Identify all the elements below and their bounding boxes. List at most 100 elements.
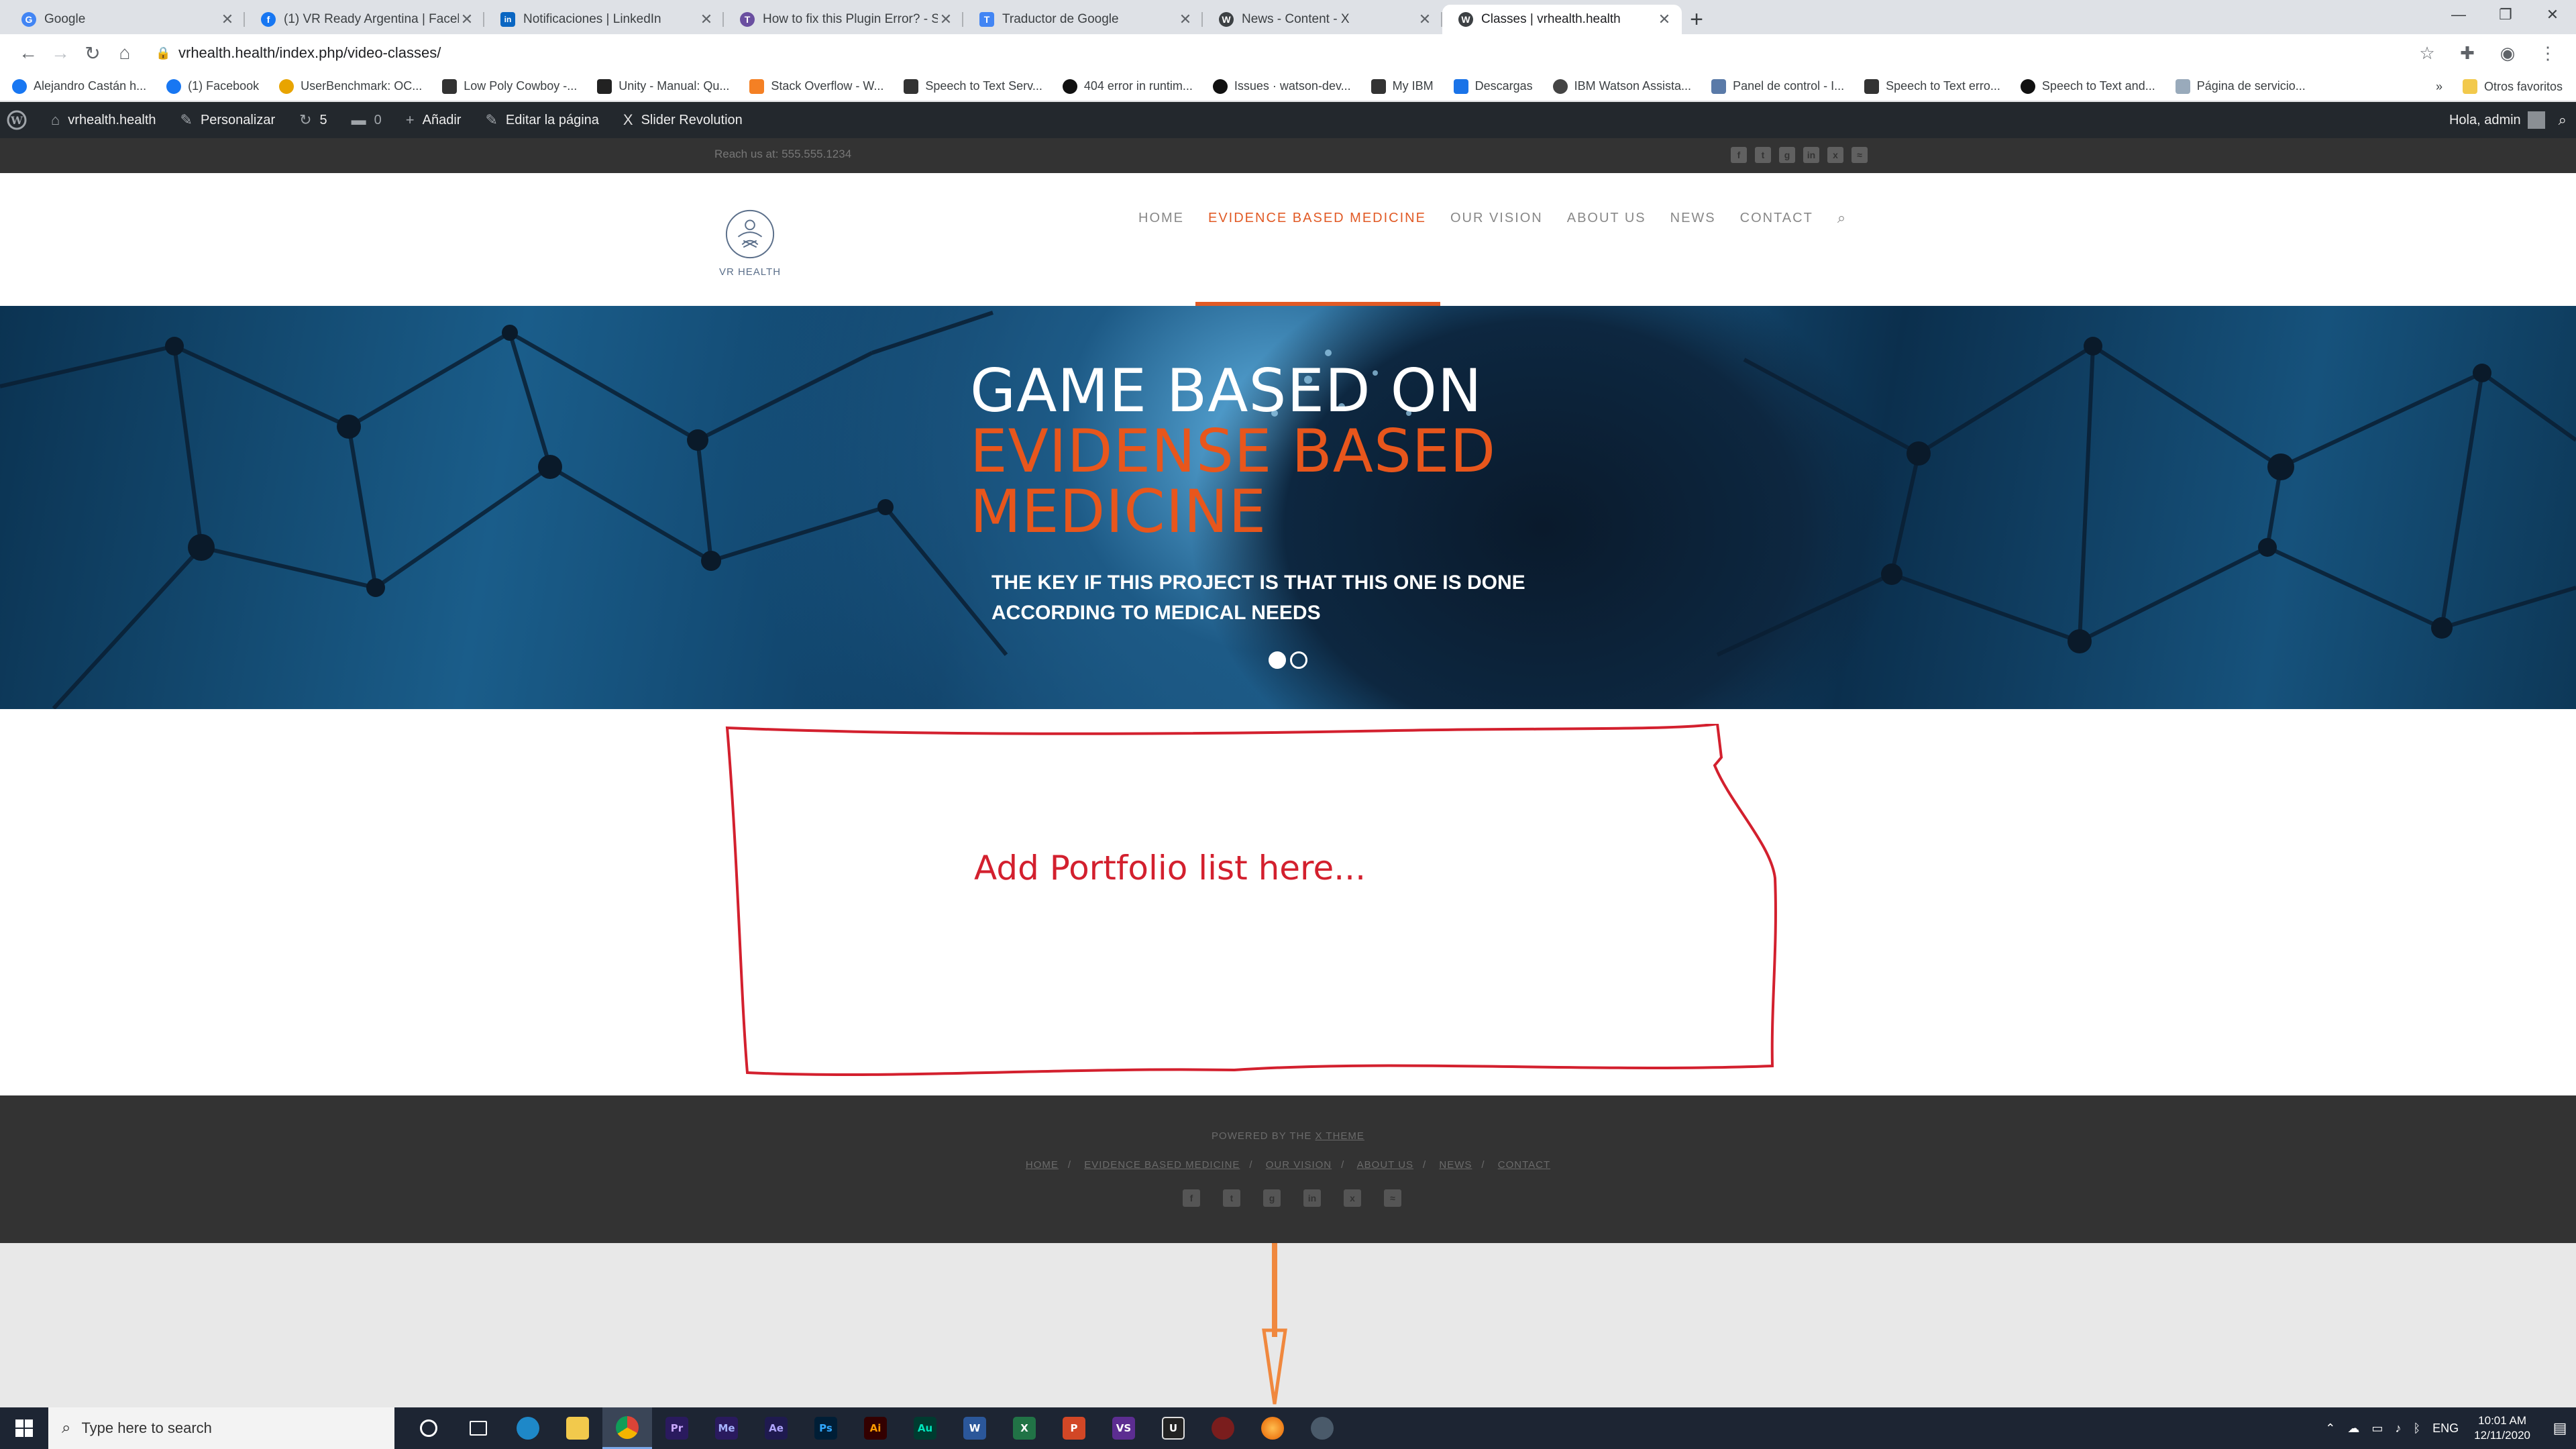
forward-icon[interactable]: → bbox=[44, 37, 76, 69]
browser-tab-linkedin[interactable]: in Notificaciones | LinkedIn ✕ bbox=[484, 5, 724, 34]
nav-contact[interactable]: CONTACT bbox=[1740, 211, 1813, 226]
close-tab-icon[interactable]: ✕ bbox=[698, 11, 714, 28]
extensions-icon[interactable]: ✚ bbox=[2451, 37, 2483, 69]
url-text[interactable]: vrhealth.health/index.php/video-classes/ bbox=[178, 44, 441, 62]
facebook-icon[interactable]: f bbox=[1183, 1189, 1200, 1207]
language-indicator[interactable]: ENG bbox=[2432, 1421, 2459, 1436]
nav-evidence-based-medicine[interactable]: EVIDENCE BASED MEDICINE bbox=[1208, 211, 1426, 226]
footer-nav-home[interactable]: HOME bbox=[1026, 1159, 1059, 1171]
xing-icon[interactable]: x bbox=[1344, 1189, 1361, 1207]
footer-nav-evidence-based-medicine[interactable]: EVIDENCE BASED MEDICINE bbox=[1084, 1159, 1240, 1171]
site-logo[interactable]: VR HEALTH bbox=[716, 208, 784, 278]
bookmark-item[interactable]: Stack Overflow - W... bbox=[749, 78, 883, 94]
network-icon[interactable]: ▭ bbox=[2371, 1421, 2383, 1436]
bookmark-item[interactable]: Unity - Manual: Qu... bbox=[597, 78, 729, 94]
rss-icon[interactable]: ≈ bbox=[1384, 1189, 1401, 1207]
more-bookmarks-icon[interactable]: » bbox=[2436, 80, 2443, 94]
browser-tab-classes[interactable]: W Classes | vrhealth.health ✕ bbox=[1442, 5, 1682, 34]
onedrive-icon[interactable]: ☁ bbox=[2347, 1421, 2359, 1436]
slider-dot-2[interactable] bbox=[1290, 651, 1307, 669]
notification-icon[interactable]: ▤ bbox=[2544, 1419, 2576, 1437]
x-theme-link[interactable]: X THEME bbox=[1316, 1130, 1364, 1142]
twitter-icon[interactable]: t bbox=[1223, 1189, 1240, 1207]
bookmark-item[interactable]: (1) Facebook bbox=[166, 78, 259, 94]
bookmark-item[interactable]: Página de servicio... bbox=[2175, 78, 2306, 94]
bookmark-item[interactable]: 404 error in runtim... bbox=[1062, 78, 1193, 94]
browser-tab-facebook[interactable]: f (1) VR Ready Argentina | Facebook ✕ bbox=[245, 5, 484, 34]
start-button[interactable] bbox=[0, 1407, 48, 1449]
browser-tab-translate[interactable]: T Traductor de Google ✕ bbox=[963, 5, 1203, 34]
close-tab-icon[interactable]: ✕ bbox=[1656, 11, 1672, 28]
bookmark-item[interactable]: Panel de control - I... bbox=[1711, 78, 1844, 94]
menu-kebab-icon[interactable]: ⋮ bbox=[2532, 37, 2564, 69]
wp-slider-revolution[interactable]: X Slider Revolution bbox=[623, 111, 743, 129]
google-plus-icon[interactable]: g bbox=[1779, 147, 1795, 163]
app-icon[interactable] bbox=[1297, 1407, 1347, 1449]
wp-logo-menu[interactable]: W bbox=[7, 110, 27, 130]
cortana-icon[interactable] bbox=[404, 1407, 453, 1449]
linkedin-icon[interactable]: in bbox=[1303, 1189, 1321, 1207]
bookmark-item[interactable]: My IBM bbox=[1371, 78, 1434, 94]
browser-tab-google[interactable]: G Google ✕ bbox=[5, 5, 245, 34]
nav-our-vision[interactable]: OUR VISION bbox=[1450, 211, 1543, 226]
chrome-icon[interactable] bbox=[602, 1407, 652, 1449]
nav-news[interactable]: NEWS bbox=[1670, 211, 1716, 226]
wp-site-name[interactable]: ⌂ vrhealth.health bbox=[51, 111, 156, 129]
wp-customize[interactable]: ✎ Personalizar bbox=[180, 111, 276, 129]
footer-nav-contact[interactable]: CONTACT bbox=[1498, 1159, 1550, 1171]
chevron-up-icon[interactable]: ⌃ bbox=[2325, 1421, 2335, 1436]
close-tab-icon[interactable]: ✕ bbox=[1417, 11, 1433, 28]
rss-icon[interactable]: ≈ bbox=[1851, 147, 1868, 163]
wp-account-menu[interactable]: Hola, admin bbox=[2449, 111, 2545, 129]
media-encoder-icon[interactable]: Me bbox=[702, 1407, 751, 1449]
footer-nav-about-us[interactable]: ABOUT US bbox=[1357, 1159, 1413, 1171]
restore-icon[interactable]: ❐ bbox=[2482, 0, 2529, 30]
after-effects-icon[interactable]: Ae bbox=[751, 1407, 801, 1449]
davinci-icon[interactable] bbox=[1198, 1407, 1248, 1449]
wp-updates[interactable]: ↻ 5 bbox=[299, 111, 327, 129]
bookmark-item[interactable]: Speech to Text erro... bbox=[1864, 78, 2000, 94]
volume-icon[interactable]: ♪ bbox=[2395, 1421, 2401, 1436]
bookmark-item[interactable]: Speech to Text Serv... bbox=[904, 78, 1042, 94]
xing-icon[interactable]: x bbox=[1827, 147, 1843, 163]
bookmark-item[interactable]: Low Poly Cowboy -... bbox=[442, 78, 577, 94]
premiere-icon[interactable]: Pr bbox=[652, 1407, 702, 1449]
slider-dot-1[interactable] bbox=[1269, 651, 1286, 669]
edge-icon[interactable] bbox=[503, 1407, 553, 1449]
bookmark-star-icon[interactable]: ☆ bbox=[2411, 37, 2443, 69]
browser-tab-plugin-error[interactable]: T How to fix this Plugin Error? - Su ✕ bbox=[724, 5, 963, 34]
address-bar[interactable]: 🔒 vrhealth.health/index.php/video-classe… bbox=[156, 39, 2398, 67]
illustrator-icon[interactable]: Ai bbox=[851, 1407, 900, 1449]
unity-icon[interactable]: U bbox=[1148, 1407, 1198, 1449]
close-tab-icon[interactable]: ✕ bbox=[459, 11, 475, 28]
nav-home[interactable]: HOME bbox=[1138, 211, 1184, 226]
minimize-icon[interactable]: — bbox=[2435, 0, 2482, 30]
footer-nav-news[interactable]: NEWS bbox=[1439, 1159, 1472, 1171]
other-bookmarks-folder[interactable]: Otros favoritos bbox=[2462, 79, 2563, 94]
wp-edit-page[interactable]: ✎ Editar la página bbox=[485, 111, 598, 129]
firefox-icon[interactable] bbox=[1248, 1407, 1297, 1449]
close-window-icon[interactable]: ✕ bbox=[2529, 0, 2576, 30]
file-explorer-icon[interactable] bbox=[553, 1407, 602, 1449]
home-icon[interactable]: ⌂ bbox=[109, 37, 141, 69]
linkedin-icon[interactable]: in bbox=[1803, 147, 1819, 163]
taskbar-search[interactable]: ⌕ Type here to search bbox=[48, 1407, 394, 1449]
facebook-icon[interactable]: f bbox=[1731, 147, 1747, 163]
search-icon[interactable]: ⌕ bbox=[2559, 111, 2567, 129]
lock-icon[interactable]: 🔒 bbox=[156, 46, 178, 60]
nav-about-us[interactable]: ABOUT US bbox=[1567, 211, 1646, 226]
close-tab-icon[interactable]: ✕ bbox=[1177, 11, 1193, 28]
search-icon[interactable]: ⌕ bbox=[1837, 209, 1847, 227]
new-tab-button[interactable]: + bbox=[1682, 5, 1711, 34]
bookmark-item[interactable]: Descargas bbox=[1453, 78, 1533, 94]
footer-nav-our-vision[interactable]: OUR VISION bbox=[1266, 1159, 1332, 1171]
system-clock[interactable]: 10:01 AM 12/11/2020 bbox=[2474, 1413, 2530, 1443]
audition-icon[interactable]: Au bbox=[900, 1407, 950, 1449]
close-tab-icon[interactable]: ✕ bbox=[938, 11, 954, 28]
excel-icon[interactable]: X bbox=[1000, 1407, 1049, 1449]
bookmark-item[interactable]: Speech to Text and... bbox=[2020, 78, 2155, 94]
powerpoint-icon[interactable]: P bbox=[1049, 1407, 1099, 1449]
twitter-icon[interactable]: t bbox=[1755, 147, 1771, 163]
back-icon[interactable]: ← bbox=[12, 37, 44, 69]
visual-studio-icon[interactable]: VS bbox=[1099, 1407, 1148, 1449]
